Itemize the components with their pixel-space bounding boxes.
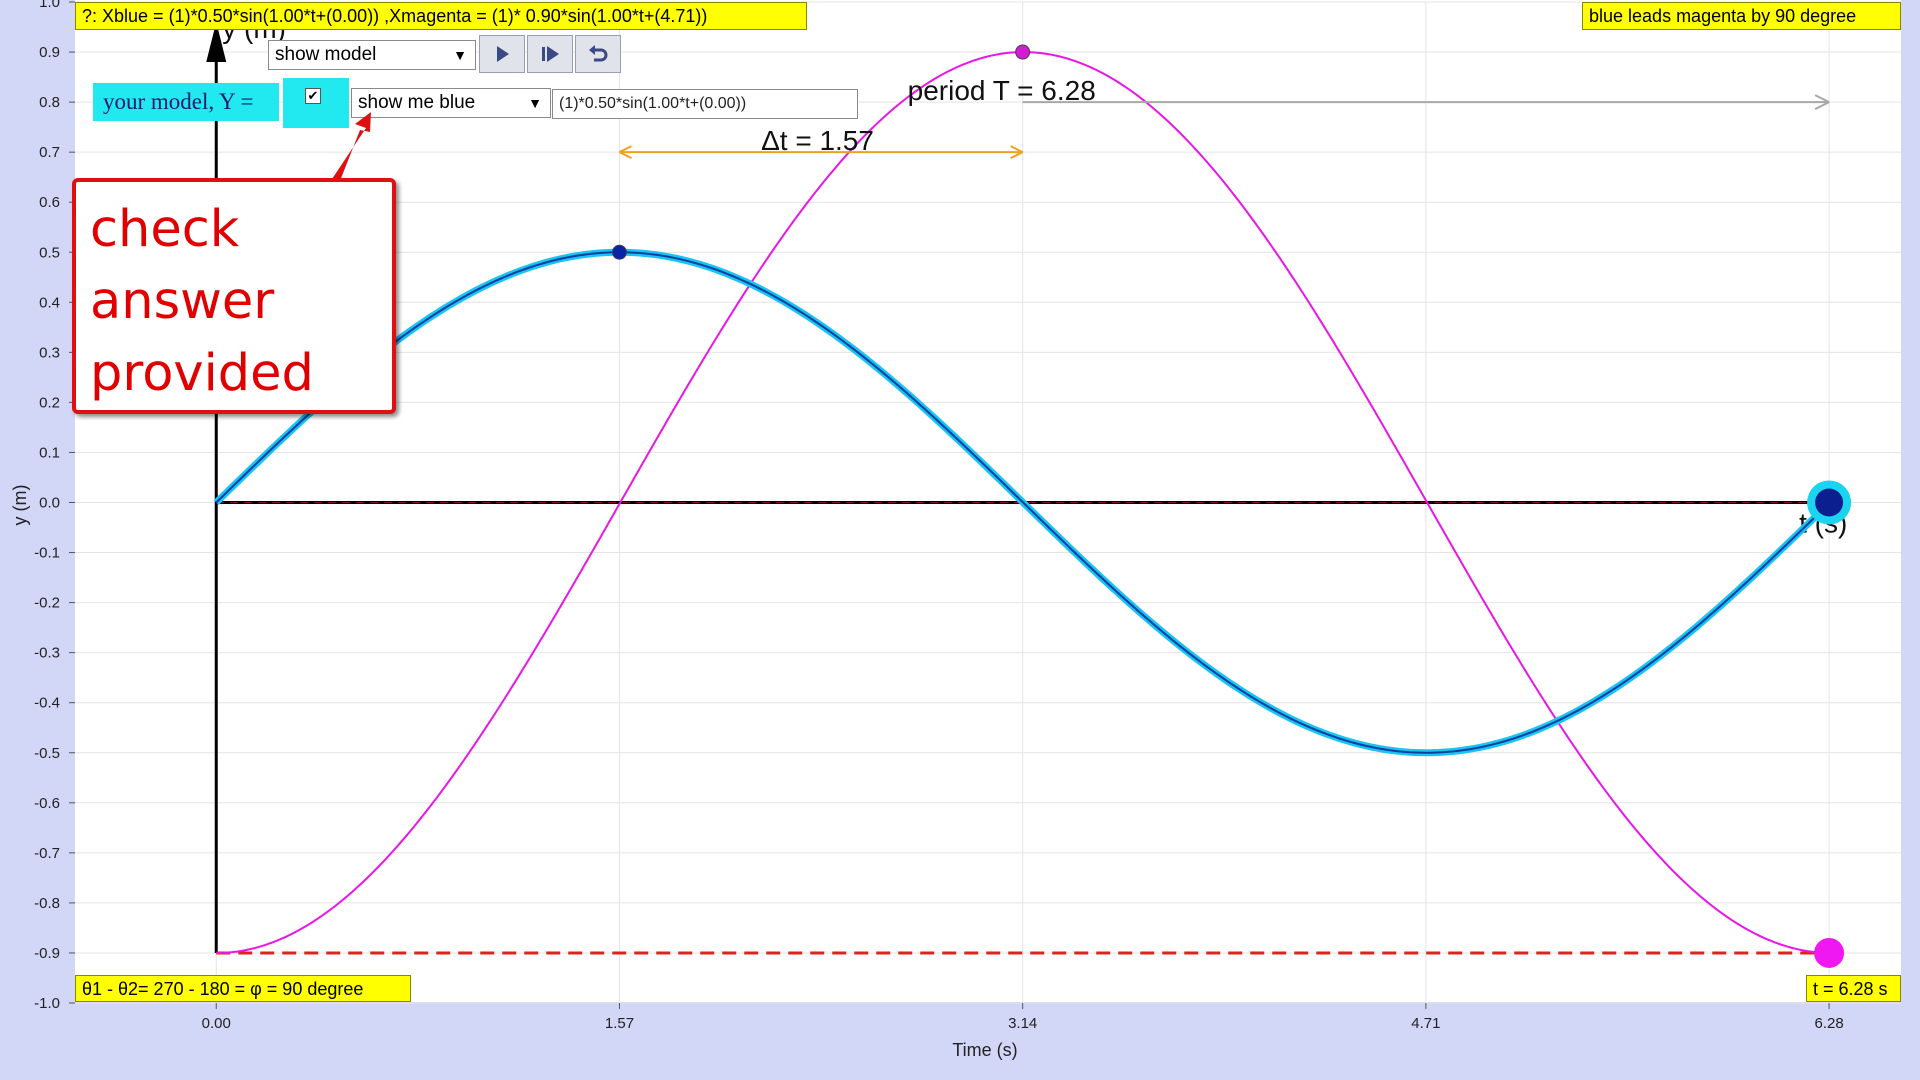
callout-line-1: check [90, 200, 240, 259]
callout-line-2: answer [90, 272, 275, 331]
check-answer-callout: check answer provided [72, 178, 396, 414]
callout-line-3: provided [90, 344, 314, 403]
simulation-app: 1.0 0.9 0.8 0.7 0.6 0.5 0.4 0.3 0.2 0.1 0.0 -0.1 -0.… [0, 0, 1920, 1080]
callout-pointer [330, 112, 371, 186]
